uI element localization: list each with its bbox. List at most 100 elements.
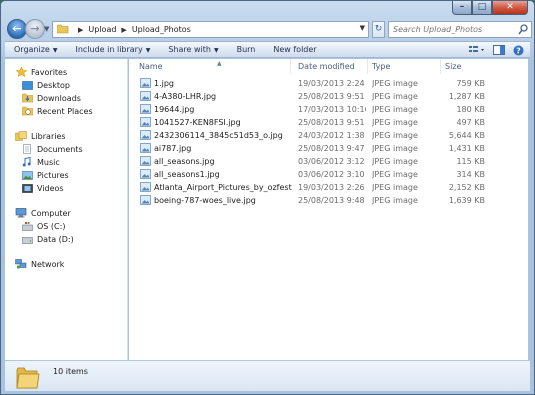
nav-music-label: Music — [37, 157, 60, 167]
column-type-label: Type — [372, 62, 391, 71]
file-name[interactable]: 19644.jpg — [154, 103, 292, 116]
recent-pages-dropdown[interactable]: ▼ — [44, 25, 49, 33]
nav-recent-places-label: Recent Places — [37, 106, 93, 116]
chevron-down-icon[interactable]: ▼ — [360, 24, 365, 32]
table-row[interactable]: Atlanta_Airport_Pictures_by_ozfest43.jpg… — [129, 181, 528, 194]
nav-libraries[interactable]: Libraries — [15, 130, 66, 142]
file-list-pane: Name ▲ Date modified Type Size 1.jpg 19/… — [129, 59, 528, 360]
back-button[interactable]: ← — [7, 19, 27, 39]
nav-recent-places[interactable]: Recent Places — [21, 105, 93, 117]
column-date-label: Date modified — [298, 62, 355, 71]
file-name[interactable]: ai787.jpg — [154, 142, 292, 155]
new-folder-button[interactable]: New folder — [264, 45, 325, 54]
table-row[interactable]: ai787.jpg 25/08/2013 9:47 PM JPEG image … — [129, 142, 528, 155]
nav-downloads-label: Downloads — [37, 93, 81, 103]
column-name-label: Name — [139, 62, 163, 71]
file-name[interactable]: 2432306114_3845c51d53_o.jpg — [154, 129, 292, 142]
share-label: Share with — [168, 45, 211, 54]
file-date: 19/03/2013 2:26 AM — [298, 183, 366, 192]
table-row[interactable]: 1.jpg 19/03/2013 2:24 AM JPEG image 759 … — [129, 77, 528, 90]
file-type: JPEG image — [372, 105, 418, 114]
caption-buttons: – □ ✕ — [452, 1, 528, 15]
table-row[interactable]: all_seasons1.jpg 03/06/2012 3:10 PM JPEG… — [129, 168, 528, 181]
documents-icon — [21, 144, 33, 154]
refresh-button[interactable]: ↻ — [372, 21, 385, 38]
file-date: 17/03/2013 10:16 ... — [298, 105, 366, 114]
file-name[interactable]: all_seasons.jpg — [154, 155, 292, 168]
breadcrumb-upload-photos[interactable]: Upload_Photos — [132, 25, 191, 34]
table-row[interactable]: 4-A380-LHR.jpg 25/08/2013 9:51 PM JPEG i… — [129, 90, 528, 103]
include-label: Include in library — [75, 45, 143, 54]
pictures-icon — [21, 170, 33, 180]
file-type: JPEG image — [372, 157, 418, 166]
file-name[interactable]: 1.jpg — [154, 77, 292, 90]
search-icon[interactable] — [518, 24, 528, 37]
table-row[interactable]: all_seasons.jpg 03/06/2012 3:12 PM JPEG … — [129, 155, 528, 168]
column-header-size[interactable]: Size — [441, 59, 511, 74]
search-input[interactable] — [393, 25, 519, 34]
nav-videos[interactable]: Videos — [21, 182, 64, 194]
breadcrumb-upload[interactable]: Upload — [88, 25, 116, 34]
minimize-button[interactable]: – — [452, 1, 472, 15]
nav-favorites-label: Favorites — [31, 67, 68, 77]
nav-data-drive[interactable]: Data (D:) — [21, 233, 74, 245]
column-header-type[interactable]: Type — [368, 59, 441, 74]
libraries-icon — [15, 131, 27, 141]
file-name[interactable]: 4-A380-LHR.jpg — [154, 90, 292, 103]
nav-libraries-label: Libraries — [31, 131, 66, 141]
file-date: 25/08/2013 9:47 PM — [298, 144, 366, 153]
hard-drive-icon — [21, 234, 33, 244]
nav-downloads[interactable]: Downloads — [21, 92, 81, 104]
file-size: 115 KB — [456, 157, 485, 166]
nav-computer[interactable]: Computer — [15, 207, 71, 219]
nav-desktop[interactable]: Desktop — [21, 79, 70, 91]
network-icon — [15, 259, 27, 269]
column-header-name[interactable]: Name ▲ — [135, 59, 291, 74]
nav-network[interactable]: Network — [15, 258, 64, 270]
file-name[interactable]: all_seasons1.jpg — [154, 168, 292, 181]
file-date: 25/08/2013 9:48 PM — [298, 196, 366, 205]
nav-os-drive[interactable]: OS (C:) — [21, 220, 65, 232]
file-type: JPEG image — [372, 131, 418, 140]
nav-desktop-label: Desktop — [37, 80, 70, 90]
file-name[interactable]: boeing-787-woes_live.jpg — [154, 194, 292, 207]
breadcrumb: ▶ Upload ▶ Upload_Photos — [73, 25, 191, 34]
close-button[interactable]: ✕ — [492, 1, 528, 15]
nav-music[interactable]: Music — [21, 156, 60, 168]
change-view-icon[interactable] — [469, 45, 485, 55]
chevron-right-icon[interactable]: ▶ — [78, 26, 83, 34]
organize-menu[interactable]: Organize ▼ — [5, 45, 66, 54]
table-row[interactable]: 2432306114_3845c51d53_o.jpg 24/03/2012 1… — [129, 129, 528, 142]
computer-icon — [15, 208, 27, 218]
file-type: JPEG image — [372, 144, 418, 153]
column-header-date[interactable]: Date modified — [294, 59, 368, 74]
nav-pictures[interactable]: Pictures — [21, 169, 69, 181]
burn-button[interactable]: Burn — [228, 45, 265, 54]
file-name[interactable]: 1041527-KEN8FSI.jpg — [154, 116, 292, 129]
address-bar[interactable]: ▶ Upload ▶ Upload_Photos ▼ — [52, 21, 369, 38]
item-count: 10 items — [53, 367, 88, 376]
include-in-library-menu[interactable]: Include in library ▼ — [66, 45, 159, 54]
search-box[interactable] — [388, 21, 532, 38]
nav-favorites[interactable]: Favorites — [15, 66, 67, 78]
share-with-menu[interactable]: Share with ▼ — [159, 45, 227, 54]
help-icon[interactable]: ? — [513, 45, 524, 56]
nav-videos-label: Videos — [37, 183, 64, 193]
table-row[interactable]: 19644.jpg 17/03/2013 10:16 ... JPEG imag… — [129, 103, 528, 116]
file-date: 03/06/2012 3:10 PM — [298, 170, 366, 179]
preview-pane-icon[interactable] — [493, 45, 505, 55]
forward-button[interactable]: → — [25, 19, 45, 39]
jpeg-file-icon — [140, 78, 151, 88]
maximize-button[interactable]: □ — [472, 1, 492, 15]
file-date: 25/08/2013 9:51 PM — [298, 92, 366, 101]
nav-documents[interactable]: Documents — [21, 143, 83, 155]
file-name[interactable]: Atlanta_Airport_Pictures_by_ozfest43.jpg — [154, 181, 292, 194]
chevron-right-icon[interactable]: ▶ — [121, 26, 126, 34]
table-row[interactable]: boeing-787-woes_live.jpg 25/08/2013 9:48… — [129, 194, 528, 207]
jpeg-file-icon — [140, 130, 151, 140]
jpeg-file-icon — [140, 195, 151, 205]
table-row[interactable]: 1041527-KEN8FSI.jpg 25/08/2013 9:51 PM J… — [129, 116, 528, 129]
file-size: 1,639 KB — [448, 196, 485, 205]
recent-places-icon — [21, 106, 33, 116]
details-pane: 10 items — [5, 360, 530, 391]
